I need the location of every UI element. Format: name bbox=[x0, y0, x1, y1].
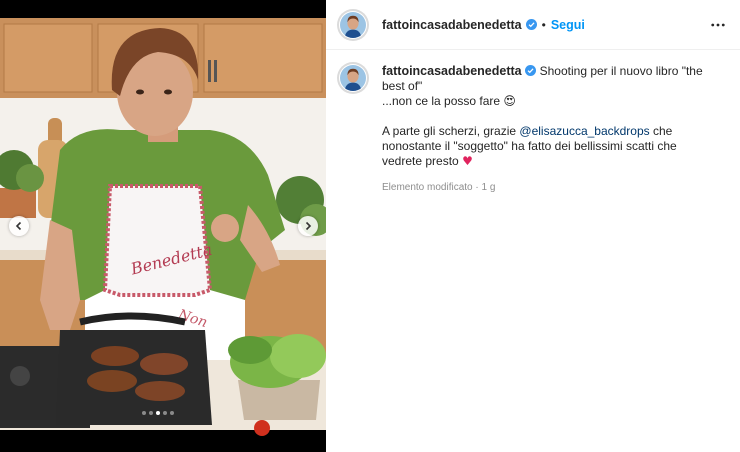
carousel-next-button[interactable] bbox=[298, 216, 318, 236]
chevron-left-icon bbox=[15, 221, 22, 231]
carousel-prev-button[interactable] bbox=[9, 216, 29, 236]
verified-badge-icon bbox=[524, 65, 536, 76]
follow-button[interactable]: Segui bbox=[551, 18, 585, 32]
caption-avatar[interactable] bbox=[337, 62, 369, 94]
post-header: fattoincasadabenedetta • Segui bbox=[326, 0, 740, 50]
caption-username[interactable]: fattoincasadabenedetta bbox=[382, 64, 522, 78]
avatar-image bbox=[340, 11, 366, 38]
mention-link[interactable]: @elisazucca_backdrops bbox=[519, 124, 649, 138]
carousel-dot-active bbox=[156, 411, 160, 415]
carousel-dot bbox=[142, 411, 146, 415]
carousel-dot bbox=[163, 411, 167, 415]
post-side-panel: fattoincasadabenedetta • Segui fattoinca… bbox=[326, 0, 740, 452]
caption-line-2: ...non ce la posso fare 😍 bbox=[382, 94, 716, 109]
verified-badge-icon bbox=[525, 19, 537, 30]
carousel-dot bbox=[170, 411, 174, 415]
more-options-button[interactable] bbox=[710, 17, 726, 33]
caption-line-3: A parte gli scherzi, grazie @elisazucca_… bbox=[382, 124, 716, 169]
caption-meta: Elemento modificato · 1 g bbox=[382, 182, 496, 193]
caption-text-2: ...non ce la posso fare bbox=[382, 94, 501, 108]
red-heart-emoji: ♥ bbox=[462, 154, 473, 168]
carousel-dots bbox=[142, 411, 174, 415]
caption-line-1: fattoincasadabenedetta Shooting per il nu… bbox=[382, 64, 716, 94]
carousel-dot bbox=[149, 411, 153, 415]
header-username[interactable]: fattoincasadabenedetta bbox=[382, 18, 522, 32]
separator-bullet: • bbox=[541, 17, 546, 32]
heart-eyes-emoji: 😍 bbox=[503, 94, 516, 108]
more-horizontal-icon bbox=[711, 23, 725, 27]
avatar-image bbox=[340, 65, 366, 91]
chevron-right-icon bbox=[305, 221, 312, 231]
avatar[interactable] bbox=[337, 8, 369, 41]
post-media[interactable]: Benedetta Non bbox=[0, 0, 326, 452]
caption-comment: fattoincasadabenedetta Shooting per il nu… bbox=[326, 50, 740, 195]
post-photo: Benedetta Non bbox=[0, 0, 326, 452]
caption-body: fattoincasadabenedetta Shooting per il nu… bbox=[382, 64, 716, 195]
caption-text-3a: A parte gli scherzi, grazie bbox=[382, 124, 517, 138]
